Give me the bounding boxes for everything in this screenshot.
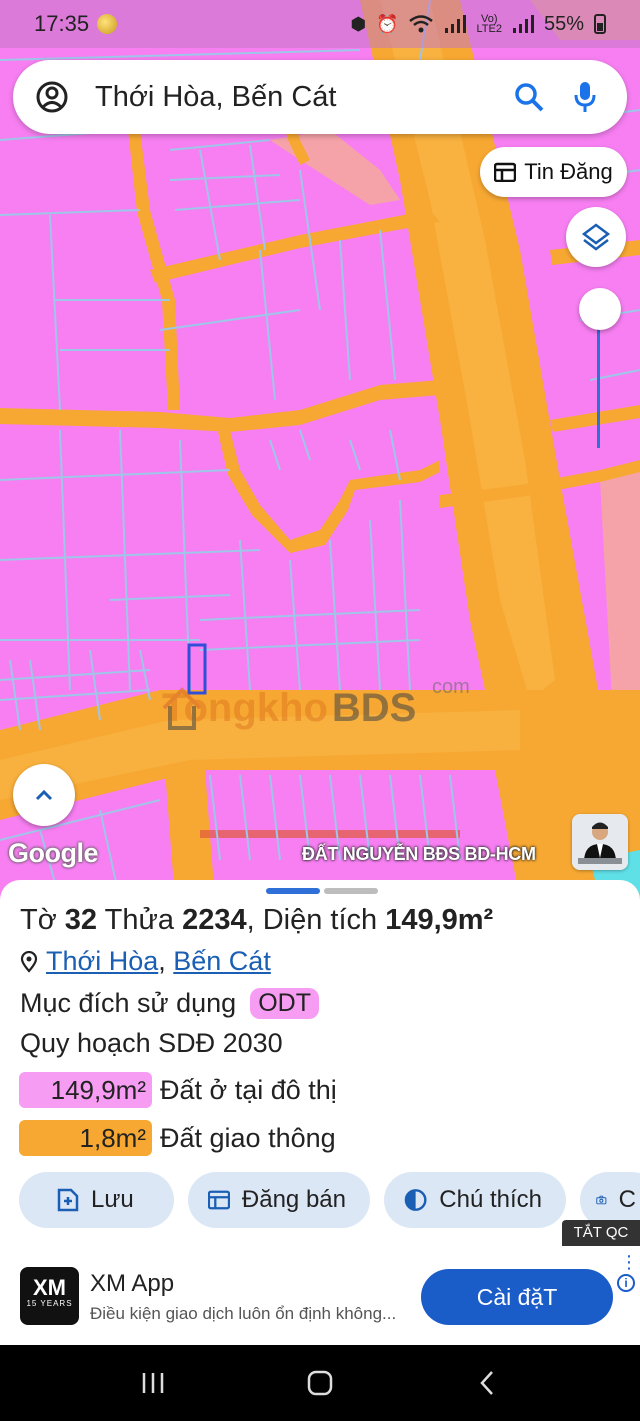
system-nav-bar bbox=[0, 1345, 640, 1421]
to-label: Tờ bbox=[20, 904, 57, 936]
ad-logo-sub: 15 YEARS bbox=[26, 1299, 73, 1308]
zone-area-chip: 149,9m² bbox=[19, 1072, 152, 1108]
ad-banner[interactable]: XM 15 YEARS XM App Điều kiện giao dịch l… bbox=[0, 1248, 640, 1344]
calendar-icon bbox=[208, 1190, 230, 1210]
zone-row-road: 1,8m² Đất giao thông bbox=[19, 1120, 336, 1156]
location-pin-icon bbox=[20, 950, 38, 973]
search-icon bbox=[515, 83, 544, 112]
author-label: ĐẤT NGUYỄN BĐS BD-HCM bbox=[302, 844, 536, 864]
zone-label: Đất giao thông bbox=[160, 1122, 336, 1153]
post-sale-button[interactable]: Đăng bán bbox=[188, 1172, 370, 1228]
legend-label: Chú thích bbox=[439, 1186, 542, 1213]
battery-icon bbox=[594, 14, 606, 34]
to-value: 32 bbox=[64, 904, 98, 936]
ad-title: XM App bbox=[90, 1270, 175, 1297]
area-value: 149,9m² bbox=[385, 904, 494, 936]
thua-value: 2234 bbox=[182, 904, 247, 936]
close-ad-button[interactable]: TẮT QC bbox=[562, 1220, 640, 1246]
legend-icon bbox=[404, 1189, 427, 1211]
zoom-slider-track[interactable] bbox=[597, 310, 600, 448]
sheet-tab-2[interactable] bbox=[324, 888, 378, 894]
ad-logo-text: XM bbox=[33, 1275, 66, 1300]
watermark-com: com bbox=[432, 676, 470, 698]
action-bar: Lưu Đăng bán Chú thích C bbox=[19, 1172, 640, 1228]
land-map[interactable]: Tongkho BDS com bbox=[0, 0, 640, 900]
house-icon bbox=[162, 687, 202, 730]
signal-2-icon bbox=[512, 15, 534, 33]
tin-dang-button[interactable]: Tin Đăng bbox=[480, 147, 627, 197]
status-bar: 17:35 ⬢ ⏰ Vo) LTE2 55% bbox=[0, 0, 640, 48]
layers-icon bbox=[581, 223, 611, 251]
recent-apps-button[interactable] bbox=[123, 1353, 183, 1413]
watermark-bds: BDS bbox=[331, 686, 417, 730]
layers-button[interactable] bbox=[566, 207, 626, 267]
chevron-up-icon bbox=[35, 789, 53, 801]
legend-button[interactable]: Chú thích bbox=[384, 1172, 566, 1228]
battery-percent: 55% bbox=[543, 12, 584, 35]
zoom-slider-thumb[interactable] bbox=[579, 288, 621, 330]
avatar-person-icon bbox=[572, 814, 628, 870]
home-button[interactable] bbox=[290, 1353, 350, 1413]
ward-link[interactable]: Thới Hòa bbox=[46, 946, 158, 976]
volte-icon: Vo) LTE2 bbox=[476, 13, 502, 35]
expand-sheet-button[interactable] bbox=[13, 764, 75, 826]
zone-label: Đất ở tại đô thị bbox=[160, 1074, 337, 1105]
home-icon bbox=[307, 1370, 333, 1396]
post-sale-label: Đăng bán bbox=[241, 1186, 346, 1213]
author-avatar[interactable] bbox=[572, 814, 628, 870]
ad-description: Điều kiện giao dịch luôn ổn định không..… bbox=[90, 1304, 397, 1323]
district-link[interactable]: Bến Cát bbox=[173, 946, 271, 976]
save-icon bbox=[57, 1188, 79, 1212]
zone-row-residential: 149,9m² Đất ở tại đô thị bbox=[19, 1072, 337, 1108]
save-label: Lưu bbox=[91, 1186, 134, 1213]
parcel-title: Tờ 32 Thửa 2234, Diện tích 149,9m² bbox=[20, 904, 493, 937]
purpose-label: Mục đích sử dụng bbox=[20, 988, 237, 1018]
sheet-page-indicator[interactable] bbox=[266, 888, 378, 894]
map-canvas bbox=[0, 0, 640, 900]
coin-icon bbox=[97, 14, 118, 34]
tin-dang-label: Tin Đăng bbox=[524, 159, 613, 184]
location-row: Thới Hòa, Bến Cát bbox=[20, 946, 271, 977]
recent-apps-icon bbox=[143, 1373, 164, 1393]
camera-icon bbox=[596, 1195, 607, 1205]
google-logo: Google bbox=[8, 838, 99, 868]
account-icon[interactable] bbox=[35, 80, 69, 114]
security-icon: ⬢ bbox=[350, 13, 367, 34]
back-icon bbox=[479, 1371, 493, 1395]
wifi-icon bbox=[409, 15, 434, 33]
purpose-row: Mục đích sử dụng ODT bbox=[20, 988, 319, 1019]
ad-more-icon[interactable]: ⋮ bbox=[620, 1252, 638, 1273]
status-time: 17:35 bbox=[34, 11, 90, 36]
calendar-icon bbox=[494, 162, 517, 182]
ad-info-icon[interactable]: i bbox=[617, 1274, 635, 1292]
signal-icon bbox=[445, 15, 467, 33]
thua-label: Thửa bbox=[104, 904, 174, 936]
zone-area-chip: 1,8m² bbox=[19, 1120, 152, 1156]
photo-label: C bbox=[618, 1186, 636, 1213]
status-icons: ⬢ ⏰ Vo) LTE2 55% bbox=[350, 13, 606, 36]
sheet-tab-1[interactable] bbox=[266, 888, 320, 894]
microphone-icon bbox=[574, 82, 596, 112]
save-button[interactable]: Lưu bbox=[19, 1172, 174, 1228]
search-button[interactable] bbox=[509, 77, 549, 117]
purpose-badge: ODT bbox=[250, 988, 319, 1019]
plan-title: Quy hoạch SDĐ 2030 bbox=[20, 1028, 283, 1058]
parcel-info-sheet[interactable]: Tờ 32 Thửa 2234, Diện tích 149,9m² Thới … bbox=[0, 880, 640, 1250]
search-bar[interactable]: Thới Hòa, Bến Cát bbox=[13, 60, 627, 134]
voice-search-button[interactable] bbox=[565, 77, 605, 117]
alarm-icon: ⏰ bbox=[376, 13, 399, 34]
area-label: , Diện tích bbox=[246, 904, 378, 936]
back-button[interactable] bbox=[457, 1353, 517, 1413]
install-button[interactable]: Cài đặT bbox=[421, 1269, 613, 1325]
search-input[interactable]: Thới Hòa, Bến Cát bbox=[95, 81, 509, 114]
ad-logo: XM 15 YEARS bbox=[20, 1267, 79, 1325]
tongkhobds-watermark: Tongkho BDS com bbox=[162, 676, 470, 731]
